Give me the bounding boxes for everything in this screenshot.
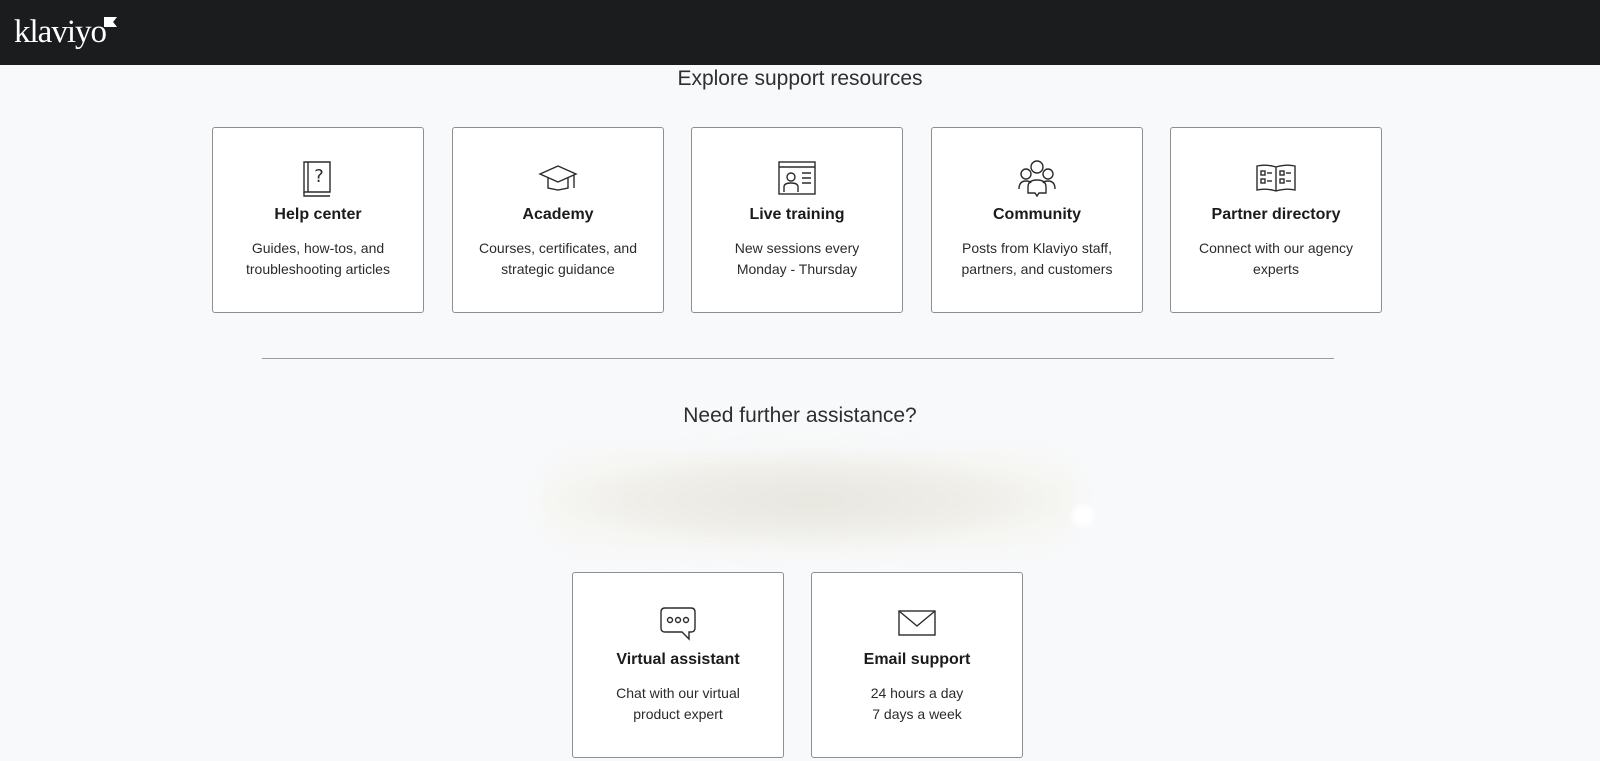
assistance-section-title: Need further assistance? (683, 404, 917, 427)
card-description: Courses, certificates, and strategic gui… (479, 240, 637, 277)
partner-directory-card[interactable]: Partner directory Connect with our agenc… (1170, 127, 1382, 313)
card-description: Chat with our virtual product expert (616, 685, 740, 722)
video-presenter-icon (692, 158, 902, 198)
card-title: Partner directory (1211, 206, 1341, 223)
directory-book-icon (1171, 158, 1381, 198)
klaviyo-logo[interactable]: klaviyo (14, 14, 107, 50)
community-card[interactable]: Community Posts from Klaviyo staff, part… (931, 127, 1143, 313)
card-description: Connect with our agency experts (1198, 240, 1354, 277)
live-training-card[interactable]: Live training New sessions every Monday … (691, 127, 903, 313)
help-center-card[interactable]: ? Help center Guides, how-tos, and troub… (212, 127, 424, 313)
card-title: Live training (749, 206, 845, 223)
envelope-icon (812, 603, 1022, 643)
blurred-content-area (540, 450, 1080, 550)
card-description: New sessions every Monday - Thursday (734, 240, 860, 277)
people-group-icon (932, 158, 1142, 198)
blurred-dot (1072, 505, 1094, 527)
card-title: Academy (522, 206, 594, 223)
card-title: Virtual assistant (616, 651, 740, 668)
card-title: Email support (863, 651, 971, 668)
help-book-icon: ? (213, 158, 423, 198)
graduation-cap-icon (453, 158, 663, 198)
card-description: Posts from Klaviyo staff, partners, and … (961, 240, 1113, 277)
card-title: Community (993, 206, 1081, 223)
email-support-card[interactable]: Email support 24 hours a day 7 days a we… (811, 572, 1023, 758)
virtual-assistant-card[interactable]: Virtual assistant Chat with our virtual … (572, 572, 784, 758)
top-navigation-bar: klaviyo (0, 0, 1600, 65)
chat-bubble-icon (573, 603, 783, 643)
logo-flag-icon (104, 17, 117, 27)
card-description: Guides, how-tos, and troubleshooting art… (246, 240, 390, 277)
card-title: Help center (274, 206, 362, 223)
explore-section-title: Explore support resources (677, 67, 923, 90)
section-divider (262, 358, 1334, 359)
academy-card[interactable]: Academy Courses, certificates, and strat… (452, 127, 664, 313)
svg-text:?: ? (314, 166, 324, 187)
card-description: 24 hours a day 7 days a week (870, 685, 964, 722)
